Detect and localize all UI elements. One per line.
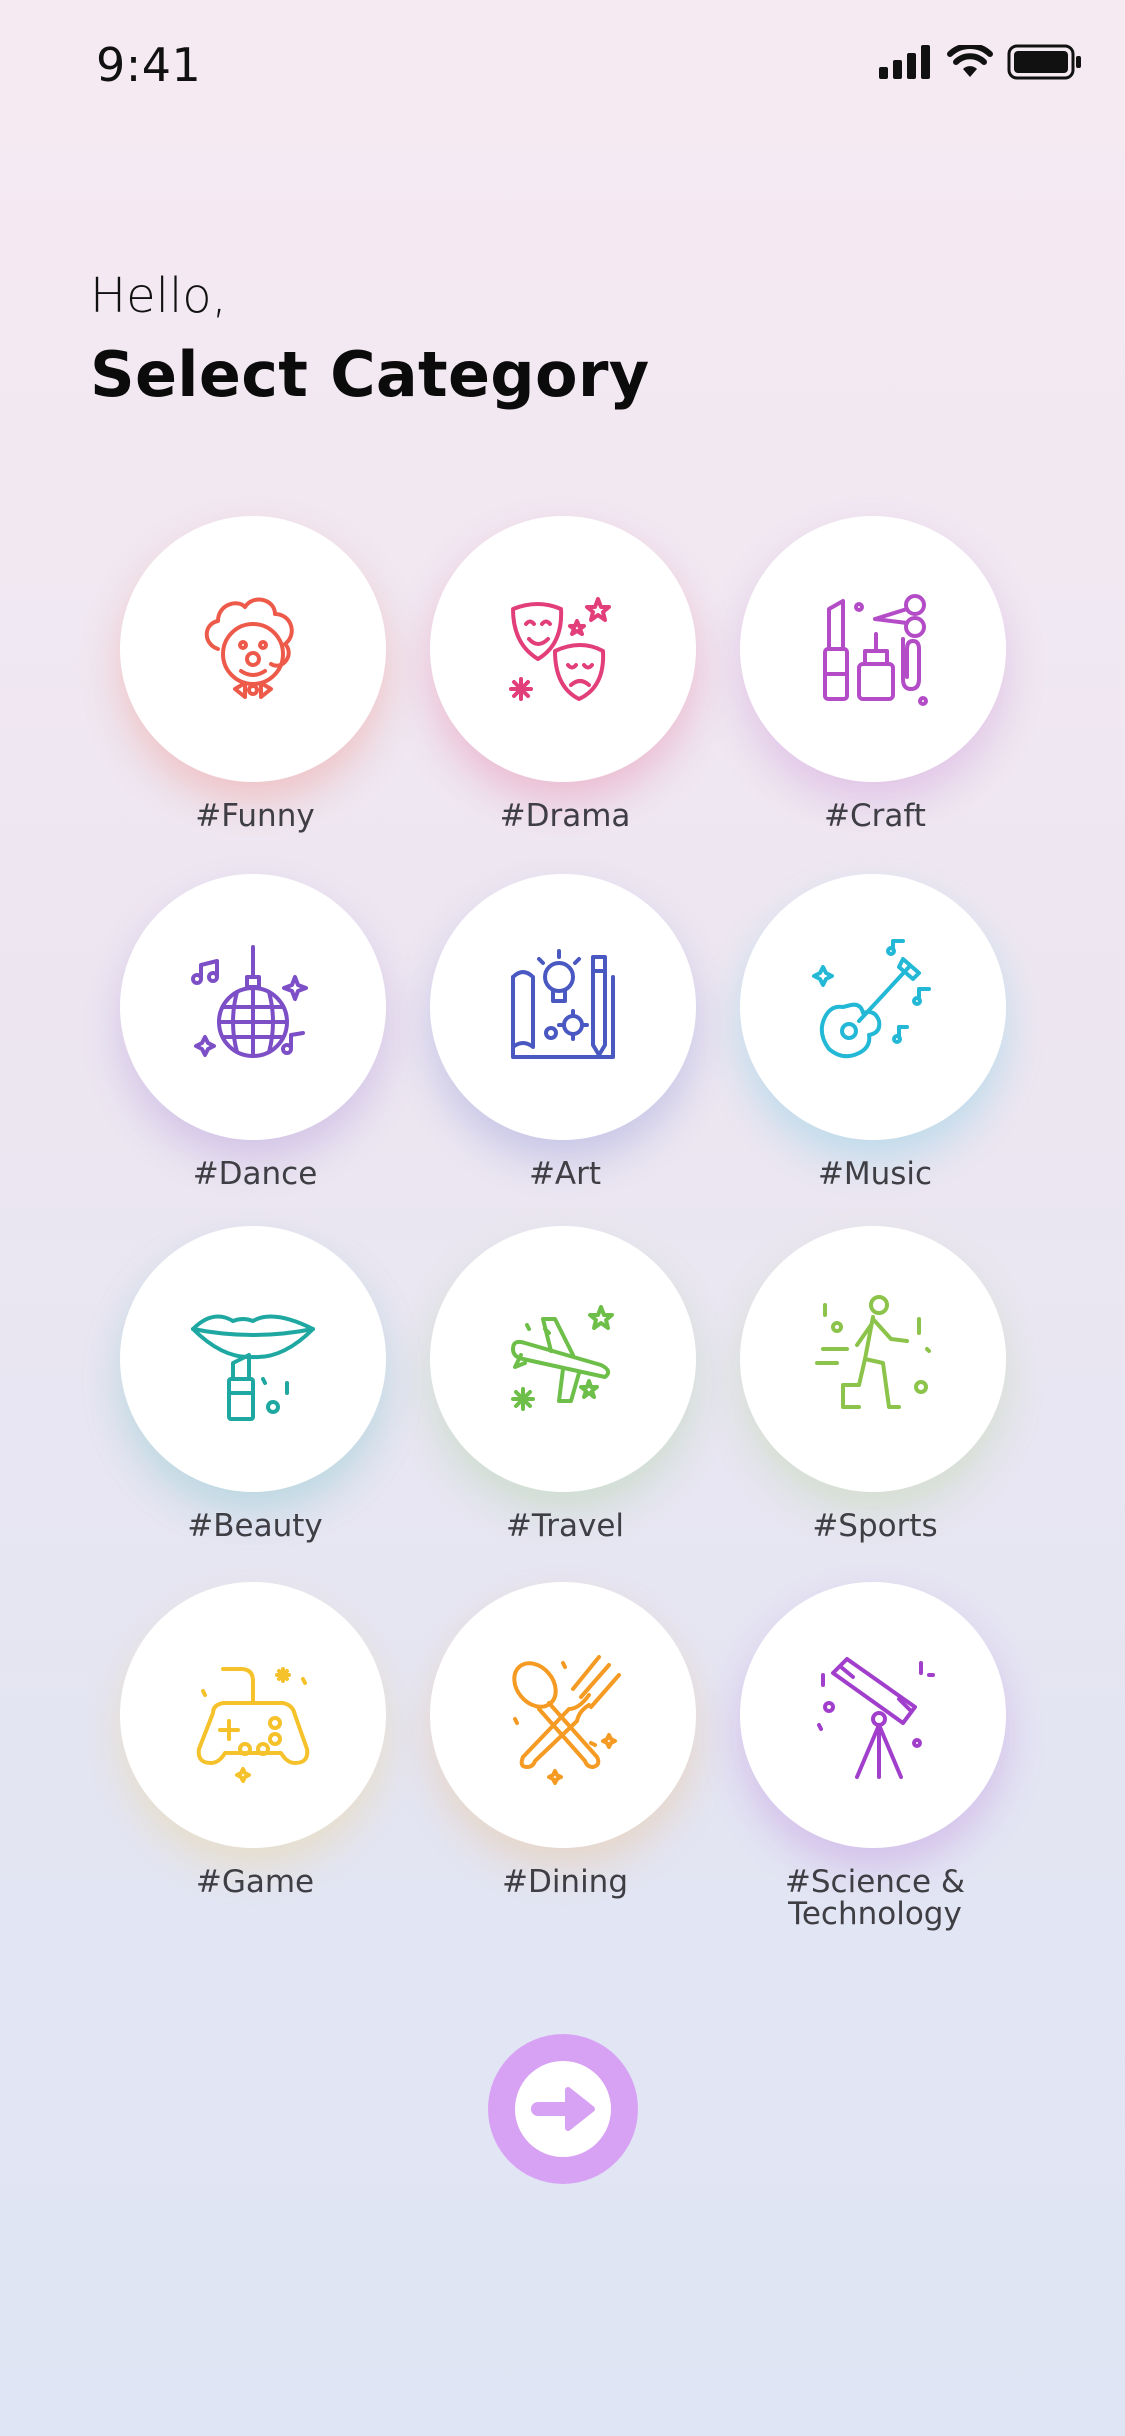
- category-label: #Dining: [501, 1864, 629, 1900]
- category-sports-button[interactable]: [740, 1226, 1006, 1492]
- category-label: #Science & Technology: [784, 1864, 966, 1932]
- runner-icon: [815, 1295, 931, 1409]
- category-label: #Art: [528, 1156, 602, 1192]
- guitar-icon: [812, 939, 931, 1059]
- battery-icon: [1007, 44, 1081, 80]
- category-label: #Travel: [505, 1508, 625, 1544]
- category-label: #Funny: [195, 798, 315, 834]
- category-drama-button[interactable]: [430, 516, 696, 782]
- airplane-icon: [511, 1305, 614, 1411]
- lipstick-icon: [191, 1314, 315, 1421]
- status-bar: 9:41: [0, 0, 1125, 130]
- category-label: #Drama: [499, 798, 631, 834]
- telescope-icon: [817, 1657, 935, 1779]
- spoon-fork-icon: [512, 1655, 621, 1785]
- category-label: #Music: [817, 1156, 933, 1192]
- category-craft-button[interactable]: [740, 516, 1006, 782]
- category-label: #Dance: [192, 1156, 318, 1192]
- category-label: #Craft: [824, 798, 926, 834]
- art-design-icon: [511, 949, 615, 1059]
- category-label: #Sports: [812, 1508, 938, 1544]
- category-game-button[interactable]: [120, 1582, 386, 1848]
- page-title: Select Category: [90, 338, 650, 411]
- category-dance-button[interactable]: [120, 874, 386, 1140]
- status-time: 9:41: [96, 38, 202, 92]
- category-music-button[interactable]: [740, 874, 1006, 1140]
- category-beauty-button[interactable]: [120, 1226, 386, 1492]
- category-funny-button[interactable]: [120, 516, 386, 782]
- next-button[interactable]: [488, 2034, 638, 2184]
- category-label: #Game: [195, 1864, 315, 1900]
- greeting-text: Hello,: [90, 268, 227, 324]
- status-icons: [879, 44, 1083, 80]
- clown-icon: [204, 597, 294, 699]
- craft-tools-icon: [823, 594, 928, 706]
- arrow-right-circle-icon: [515, 2061, 611, 2157]
- gamepad-icon: [196, 1667, 310, 1783]
- cellular-signal-icon: [879, 45, 930, 79]
- category-travel-button[interactable]: [430, 1226, 696, 1492]
- disco-ball-icon: [191, 945, 308, 1058]
- category-science-technology-button[interactable]: [740, 1582, 1006, 1848]
- category-dining-button[interactable]: [430, 1582, 696, 1848]
- wifi-icon: [947, 45, 993, 77]
- theater-masks-icon: [509, 597, 611, 701]
- category-label: #Beauty: [187, 1508, 323, 1544]
- category-art-button[interactable]: [430, 874, 696, 1140]
